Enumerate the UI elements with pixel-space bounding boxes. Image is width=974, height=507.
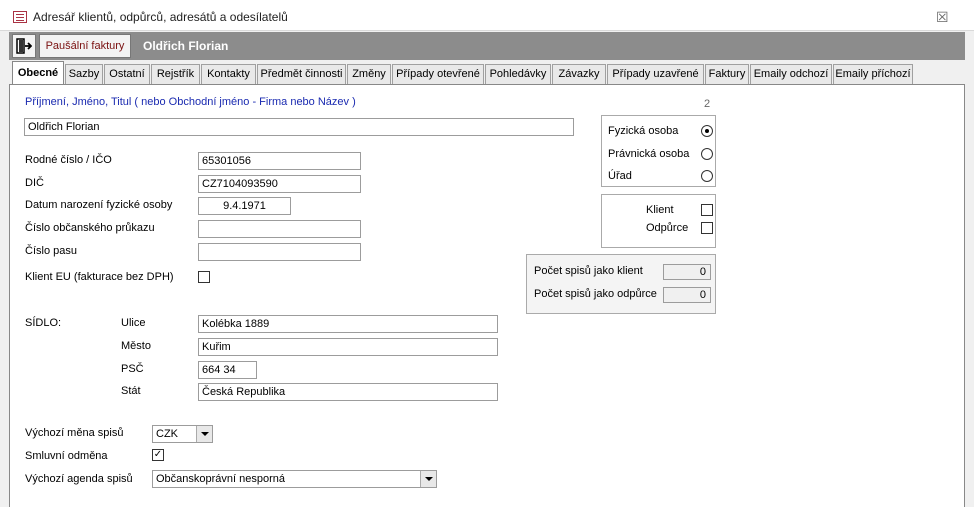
- dob-field[interactable]: 9.4.1971: [198, 197, 291, 215]
- vat-label: DIČ: [25, 177, 44, 189]
- tab-other[interactable]: Ostatní: [104, 64, 150, 84]
- address-label: SÍDLO:: [25, 317, 62, 329]
- eu-client-checkbox[interactable]: [198, 271, 210, 283]
- client-name-header: Oldřich Florian: [143, 39, 229, 53]
- general-tab-panel: Příjmení, Jméno, Titul ( nebo Obchodní j…: [9, 84, 965, 507]
- passport-field[interactable]: [198, 243, 361, 261]
- close-icon[interactable]: ☒: [936, 9, 949, 26]
- tab-liabilities[interactable]: Závazky: [552, 64, 606, 84]
- toolbar: Paušální faktury Oldřich Florian: [9, 32, 965, 60]
- tab-incoming-emails[interactable]: Emaily příchozí: [833, 64, 913, 84]
- agenda-value: Občanskoprávní nesporná: [156, 473, 286, 485]
- office-radio[interactable]: [701, 170, 713, 182]
- contract-fee-checkbox[interactable]: ✓: [152, 449, 164, 461]
- role-group: Klient Odpůrce: [601, 194, 716, 248]
- cases-as-client-value: 0: [663, 264, 711, 280]
- id-card-label: Číslo občanského průkazu: [25, 222, 155, 234]
- title-bar: Adresář klientů, odpůrců, adresátů a ode…: [0, 0, 974, 31]
- case-counts-group: Počet spisů jako klient 0 Počet spisů ja…: [526, 254, 716, 314]
- form-icon: [13, 11, 27, 23]
- record-number: 2: [704, 98, 711, 110]
- tab-invoices[interactable]: Faktury: [705, 64, 749, 84]
- dob-label: Datum narození fyzické osoby: [25, 199, 173, 211]
- tab-open-cases[interactable]: Případy otevřené: [392, 64, 484, 84]
- office-label: Úřad: [608, 170, 632, 182]
- tab-general[interactable]: Obecné: [12, 61, 64, 84]
- tab-contacts[interactable]: Kontakty: [201, 64, 256, 84]
- exit-button[interactable]: [12, 34, 36, 58]
- street-field[interactable]: Kolébka 1889: [198, 315, 498, 333]
- birth-number-field[interactable]: 65301056: [198, 152, 361, 170]
- natural-person-radio[interactable]: [701, 125, 713, 137]
- chevron-down-icon[interactable]: [196, 426, 212, 442]
- passport-label: Číslo pasu: [25, 245, 77, 257]
- person-type-group: Fyzická osoba Právnická osoba Úřad: [601, 115, 716, 187]
- currency-select[interactable]: CZK: [152, 425, 213, 443]
- tab-changes[interactable]: Změny: [347, 64, 391, 84]
- country-field[interactable]: Česká Republika: [198, 383, 498, 401]
- tab-register[interactable]: Rejstřík: [151, 64, 200, 84]
- city-field[interactable]: Kuřim: [198, 338, 498, 356]
- agenda-select[interactable]: Občanskoprávní nesporná: [152, 470, 437, 488]
- city-label: Město: [121, 340, 151, 352]
- tab-rates[interactable]: Sazby: [65, 64, 103, 84]
- natural-person-label: Fyzická osoba: [608, 125, 679, 137]
- birth-number-label: Rodné číslo / IČO: [25, 154, 112, 166]
- agenda-label: Výchozí agenda spisů: [25, 473, 133, 485]
- contract-fee-label: Smluvní odměna: [25, 450, 108, 462]
- opponent-role-label: Odpůrce: [646, 222, 689, 234]
- street-label: Ulice: [121, 317, 146, 329]
- window-title: Adresář klientů, odpůrců, adresátů a ode…: [33, 10, 288, 24]
- flat-rate-invoices-button[interactable]: Paušální faktury: [39, 34, 131, 58]
- zip-field[interactable]: 664 34: [198, 361, 257, 379]
- tab-closed-cases[interactable]: Případy uzavřené: [607, 64, 704, 84]
- tab-business-subject[interactable]: Předmět činnosti: [257, 64, 346, 84]
- zip-label: PSČ: [121, 363, 144, 375]
- chevron-down-icon[interactable]: [420, 471, 436, 487]
- vat-field[interactable]: CZ7104093590: [198, 175, 361, 193]
- client-role-checkbox[interactable]: [701, 204, 713, 216]
- exit-door-icon: [16, 38, 32, 54]
- id-card-field[interactable]: [198, 220, 361, 238]
- cases-as-client-label: Počet spisů jako klient: [534, 265, 643, 277]
- full-name-field[interactable]: Oldřich Florian: [24, 118, 574, 136]
- legal-person-radio[interactable]: [701, 148, 713, 160]
- tab-outgoing-emails[interactable]: Emaily odchozí: [750, 64, 832, 84]
- eu-client-label: Klient EU (fakturace bez DPH): [25, 271, 174, 283]
- tab-strip: Obecné Sazby Ostatní Rejstřík Kontakty P…: [9, 61, 965, 84]
- currency-value: CZK: [156, 428, 178, 440]
- legal-person-label: Právnická osoba: [608, 148, 690, 160]
- name-hint-label: Příjmení, Jméno, Titul ( nebo Obchodní j…: [25, 96, 356, 108]
- country-label: Stát: [121, 385, 141, 397]
- client-role-label: Klient: [646, 204, 674, 216]
- tab-receivables[interactable]: Pohledávky: [485, 64, 551, 84]
- currency-label: Výchozí měna spisů: [25, 427, 124, 439]
- opponent-role-checkbox[interactable]: [701, 222, 713, 234]
- cases-as-opponent-label: Počet spisů jako odpůrce: [534, 288, 657, 300]
- cases-as-opponent-value: 0: [663, 287, 711, 303]
